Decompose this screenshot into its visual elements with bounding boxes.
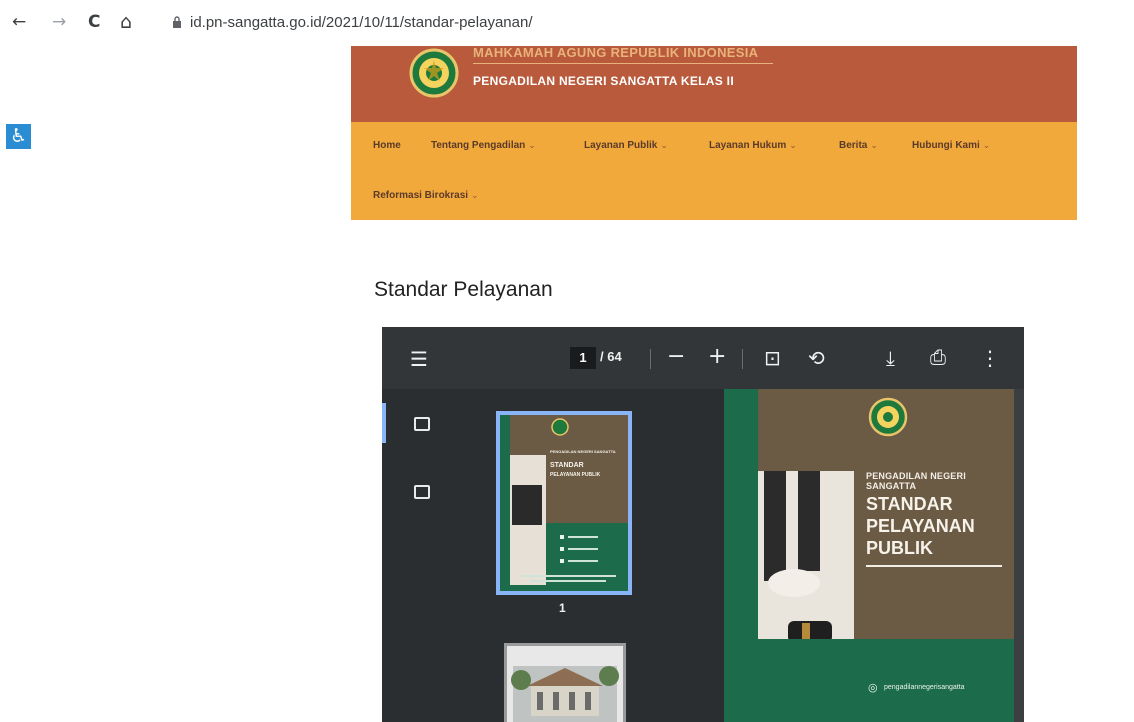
header-divider xyxy=(473,63,773,64)
page-total: / 64 xyxy=(600,349,622,364)
chevron-down-icon: ⌄ xyxy=(471,190,479,200)
toolbar-divider xyxy=(742,349,743,369)
home-icon[interactable]: ⌂ xyxy=(120,12,132,32)
instagram-handle: pengadilannegerisangatta xyxy=(884,684,965,691)
page-heading-line1: STANDAR xyxy=(866,494,953,514)
pdf-viewer[interactable]: ☰ 1 / 64 − + ⊡ ⟲ ⤓ ⎙ ⋮ PENGADILAN NEGERI… xyxy=(382,327,1024,722)
reload-icon[interactable]: C xyxy=(88,12,100,32)
instagram-icon: ◎ xyxy=(868,681,878,694)
menu-item-hubungi-kami[interactable]: Hubungi Kami ⌄ xyxy=(912,140,990,151)
chevron-down-icon: ⌄ xyxy=(528,140,536,150)
page-heading-line2: PELAYANAN PUBLIK xyxy=(866,516,975,558)
browser-toolbar: ← → C ⌂ id.pn-sangatta.go.id/2021/10/11/… xyxy=(0,0,1134,46)
print-icon[interactable]: ⎙ xyxy=(930,347,946,367)
thumbnail-label: 1 xyxy=(559,601,566,615)
chevron-down-icon: ⌄ xyxy=(660,140,668,150)
active-tab-indicator xyxy=(382,403,386,443)
menu-item-berita[interactable]: Berita ⌄ xyxy=(839,140,878,151)
site-header: MAHKAMAH AGUNG REPUBLIK INDONESIA PENGAD… xyxy=(351,45,1077,122)
page-scrollbar[interactable] xyxy=(1014,389,1024,722)
page-footer-panel xyxy=(758,639,1014,722)
address-bar[interactable]: id.pn-sangatta.go.id/2021/10/11/standar-… xyxy=(172,14,532,31)
site-title[interactable]: PENGADILAN NEGERI SANGATTA KELAS II xyxy=(473,74,734,88)
thumbnail-sidebar: PENGADILAN NEGERI SANGATTA STANDAR PELAY… xyxy=(382,389,724,722)
pdf-toolbar: ☰ 1 / 64 − + ⊡ ⟲ ⤓ ⎙ ⋮ xyxy=(382,327,1024,389)
page-thumbnail-1[interactable]: PENGADILAN NEGERI SANGATTA STANDAR PELAY… xyxy=(496,411,632,595)
court-logo-icon xyxy=(868,397,908,437)
download-icon[interactable]: ⤓ xyxy=(886,348,895,368)
rotate-icon[interactable]: ⟲ xyxy=(808,348,825,368)
zoom-in-icon[interactable]: + xyxy=(708,346,726,368)
main-menu: Home Tentang Pengadilan ⌄ Layanan Publik ⌄… xyxy=(351,122,1077,220)
menu-item-reformasi-birokrasi[interactable]: Reformasi Birokrasi ⌄ xyxy=(373,190,479,201)
chevron-down-icon: ⌄ xyxy=(789,140,797,150)
court-logo-icon xyxy=(409,48,459,98)
forward-icon[interactable]: → xyxy=(52,12,66,32)
page-number-input[interactable]: 1 xyxy=(570,347,596,369)
lock-icon xyxy=(173,16,181,28)
url-text: id.pn-sangatta.go.id/2021/10/11/standar-… xyxy=(190,14,533,31)
menu-item-layanan-publik[interactable]: Layanan Publik ⌄ xyxy=(584,140,668,151)
page-thumbnail-2[interactable] xyxy=(504,643,626,722)
page-subtitle: PENGADILAN NEGERI SANGATTA xyxy=(866,471,966,491)
menu-item-layanan-hukum[interactable]: Layanan Hukum ⌄ xyxy=(709,140,797,151)
more-options-icon[interactable]: ⋮ xyxy=(980,348,1000,368)
menu-icon[interactable]: ☰ xyxy=(410,349,428,369)
fit-page-icon[interactable]: ⊡ xyxy=(764,348,781,368)
chevron-down-icon: ⌄ xyxy=(982,140,991,150)
menu-item-home[interactable]: Home xyxy=(373,140,401,151)
outline-tab-icon[interactable] xyxy=(414,485,430,499)
thumb-subtitle: PENGADILAN NEGERI SANGATTA xyxy=(550,449,616,454)
thumb-title-line1: STANDAR xyxy=(550,462,584,469)
page-heading: STANDAR PELAYANAN PUBLIK xyxy=(866,493,1014,559)
thumbnails-tab-icon[interactable] xyxy=(414,417,430,431)
chevron-down-icon: ⌄ xyxy=(870,140,878,150)
page-thumbnail-preview: PENGADILAN NEGERI SANGATTA STANDAR PELAY… xyxy=(500,415,628,591)
page-divider xyxy=(866,565,1002,567)
building-photo xyxy=(507,646,623,722)
header-top-text: MAHKAMAH AGUNG REPUBLIK INDONESIA xyxy=(473,45,759,60)
menu-item-tentang-pengadilan[interactable]: Tentang Pengadilan ⌄ xyxy=(431,140,536,151)
zoom-out-icon[interactable]: − xyxy=(667,346,685,368)
thumb-title-line2: PELAYANAN PUBLIK xyxy=(550,472,601,478)
toolbar-divider xyxy=(650,349,651,369)
page-title: Standar Pelayanan xyxy=(374,278,553,301)
accessibility-icon[interactable]: ♿ xyxy=(6,124,31,149)
pdf-page: PENGADILAN NEGERI SANGATTA STANDAR PELAY… xyxy=(724,389,1014,722)
back-icon[interactable]: ← xyxy=(12,12,26,32)
